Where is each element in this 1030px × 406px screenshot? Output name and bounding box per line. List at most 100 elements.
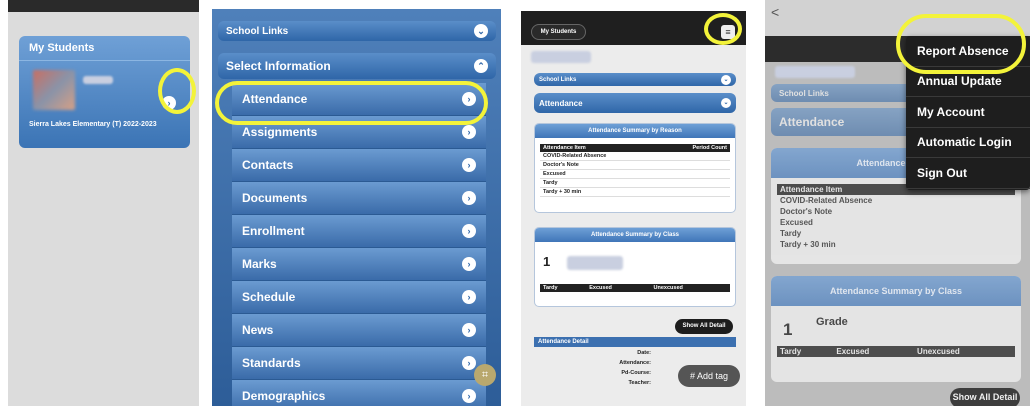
column-header: Unexcused bbox=[650, 284, 730, 292]
chevron-right-icon: › bbox=[462, 158, 476, 172]
menu-item-contacts[interactable]: Contacts › bbox=[232, 149, 486, 182]
period-number: 1 bbox=[543, 254, 551, 269]
school-links-bar[interactable]: School Links ⌄ bbox=[218, 21, 496, 41]
summary-by-class-title: Attendance Summary by Class bbox=[535, 228, 735, 242]
attendance-label: Attendance bbox=[779, 115, 845, 129]
summary-by-reason-title: Attendance Summary by Reason bbox=[535, 124, 735, 138]
chevron-right-icon: › bbox=[462, 290, 476, 304]
table-row: Tardy bbox=[540, 178, 730, 188]
chevron-right-icon: › bbox=[462, 323, 476, 337]
period-number: 1 bbox=[783, 320, 793, 339]
menu-item-enrollment[interactable]: Enrollment › bbox=[232, 215, 486, 248]
my-students-button[interactable]: My Students bbox=[531, 24, 586, 40]
row-label: Tardy bbox=[780, 229, 802, 238]
highlight-circle bbox=[896, 14, 1026, 74]
student-avatar bbox=[33, 70, 75, 110]
menu-item-label: Documents bbox=[242, 191, 308, 205]
table-row: Tardy + 30 min bbox=[540, 187, 730, 197]
menu-item-automatic-login[interactable]: Automatic Login bbox=[906, 128, 1030, 158]
column-header: Tardy bbox=[777, 346, 834, 357]
scan-text-icon[interactable]: ⌗ bbox=[474, 364, 496, 386]
table-row: Tardy + 30 min bbox=[777, 239, 1015, 250]
menu-item-sign-out[interactable]: Sign Out bbox=[906, 158, 1030, 189]
column-header: Excused bbox=[833, 346, 915, 357]
menu-item-label: Schedule bbox=[242, 290, 296, 304]
chevron-down-icon: ⌄ bbox=[721, 98, 731, 108]
class-table: Tardy Excused Unexcused bbox=[540, 284, 730, 292]
menu-item-schedule[interactable]: Schedule › bbox=[232, 281, 486, 314]
chevron-right-icon: › bbox=[462, 224, 476, 238]
attendance-bar[interactable]: Attendance ⌄ bbox=[534, 93, 736, 113]
menu-item-marks[interactable]: Marks › bbox=[232, 248, 486, 281]
table-row: COVID-Related Absence bbox=[540, 152, 730, 161]
menu-item-label: Enrollment bbox=[242, 224, 305, 238]
content: School Links ⌄ Attendance ⌄ Attendance S… bbox=[521, 45, 746, 406]
select-information-bar[interactable]: Select Information ⌃ bbox=[218, 53, 496, 79]
chevron-down-icon: ⌄ bbox=[474, 24, 488, 38]
chevron-right-icon: › bbox=[462, 356, 476, 370]
summary-by-reason: Attendance Summary by Reason Attendance … bbox=[534, 123, 736, 213]
panel-attendance-summary: My Students ≡ School Links ⌄ Attendance … bbox=[521, 11, 746, 406]
menu-item-demographics[interactable]: Demographics › bbox=[232, 380, 486, 406]
row-label: COVID-Related Absence bbox=[780, 196, 873, 205]
column-header: Excused bbox=[586, 284, 651, 292]
school-links-label: School Links bbox=[539, 76, 577, 83]
row-label: Doctor's Note bbox=[780, 207, 833, 216]
table-row: COVID-Related Absence bbox=[777, 195, 1015, 206]
blurred-name bbox=[83, 76, 113, 84]
chevron-down-icon: ⌄ bbox=[721, 74, 731, 85]
panel-my-students: My Students Sierra Lakes Elementary (T) … bbox=[8, 0, 199, 406]
summary-by-class: Attendance Summary by Class 1 Grade Tard… bbox=[771, 276, 1021, 382]
detail-attendance-label: Attendance: bbox=[619, 360, 651, 366]
menu-item-label: Assignments bbox=[242, 125, 318, 139]
row-label: Tardy + 30 min bbox=[780, 240, 836, 249]
table-row: Tardy bbox=[777, 228, 1015, 239]
summary-by-class: Attendance Summary by Class 1 Tardy Excu… bbox=[534, 227, 736, 307]
column-header: Attendance Item bbox=[540, 144, 660, 152]
menu-item-news[interactable]: News › bbox=[232, 314, 486, 347]
blurred-name bbox=[531, 51, 591, 63]
school-name: Sierra Lakes Elementary (T) 2022-2023 bbox=[29, 121, 157, 128]
column-header: Tardy bbox=[540, 284, 587, 292]
summary-by-class-title: Attendance Summary by Class bbox=[771, 276, 1021, 306]
highlight-circle bbox=[158, 68, 196, 114]
detail-date-label: Date: bbox=[637, 350, 651, 356]
chevron-up-icon: ⌃ bbox=[474, 59, 488, 73]
reason-table: Attendance Item Period Count COVID-Relat… bbox=[540, 144, 730, 197]
chevron-right-icon: › bbox=[462, 257, 476, 271]
school-links-bar[interactable]: School Links ⌄ bbox=[534, 73, 736, 86]
row-label: Tardy + 30 min bbox=[540, 187, 660, 197]
menu-item-label: Standards bbox=[242, 356, 301, 370]
row-label: Doctor's Note bbox=[540, 160, 660, 170]
detail-teacher-label: Teacher: bbox=[628, 380, 651, 386]
menu-item-standards[interactable]: Standards › bbox=[232, 347, 486, 380]
chevron-right-icon: › bbox=[462, 389, 476, 403]
menu-item-label: News bbox=[242, 323, 274, 337]
menu-item-label: Demographics bbox=[242, 389, 326, 403]
highlight-circle bbox=[215, 81, 488, 125]
row-label: COVID-Related Absence bbox=[540, 152, 660, 161]
back-arrow-icon[interactable]: < bbox=[771, 4, 779, 20]
information-menu: Attendance › Assignments › Contacts › Docum… bbox=[232, 83, 486, 406]
panel-select-information: School Links ⌄ Select Information ⌃ Atte… bbox=[212, 9, 501, 406]
top-bar: My Students ≡ bbox=[521, 11, 746, 45]
row-label: Tardy bbox=[540, 178, 660, 188]
table-row: Doctor's Note bbox=[777, 206, 1015, 217]
blurred-name bbox=[775, 66, 855, 78]
attendance-detail-header: Attendance Detail bbox=[534, 337, 736, 347]
class-table: Tardy Excused Unexcused bbox=[777, 346, 1015, 357]
blurred-course bbox=[567, 256, 623, 270]
attendance-label: Attendance bbox=[539, 98, 583, 108]
column-header: Period Count bbox=[659, 144, 730, 152]
row-label: Excused bbox=[780, 218, 813, 227]
select-information-label: Select Information bbox=[226, 59, 331, 73]
show-all-detail-button[interactable]: Show All Detail bbox=[950, 388, 1020, 406]
menu-item-documents[interactable]: Documents › bbox=[232, 182, 486, 215]
add-tag-button[interactable]: # Add tag bbox=[678, 365, 740, 387]
card-title: My Students bbox=[19, 36, 190, 61]
panel-menu-open: < School Links Attendance Attendance Sum… bbox=[765, 0, 1030, 406]
reason-table: Attendance Item COVID-Related Absence Do… bbox=[777, 184, 1015, 250]
menu-item-my-account[interactable]: My Account bbox=[906, 97, 1030, 128]
table-row: Doctor's Note bbox=[540, 160, 730, 170]
show-all-detail-button[interactable]: Show All Detail bbox=[675, 319, 733, 334]
